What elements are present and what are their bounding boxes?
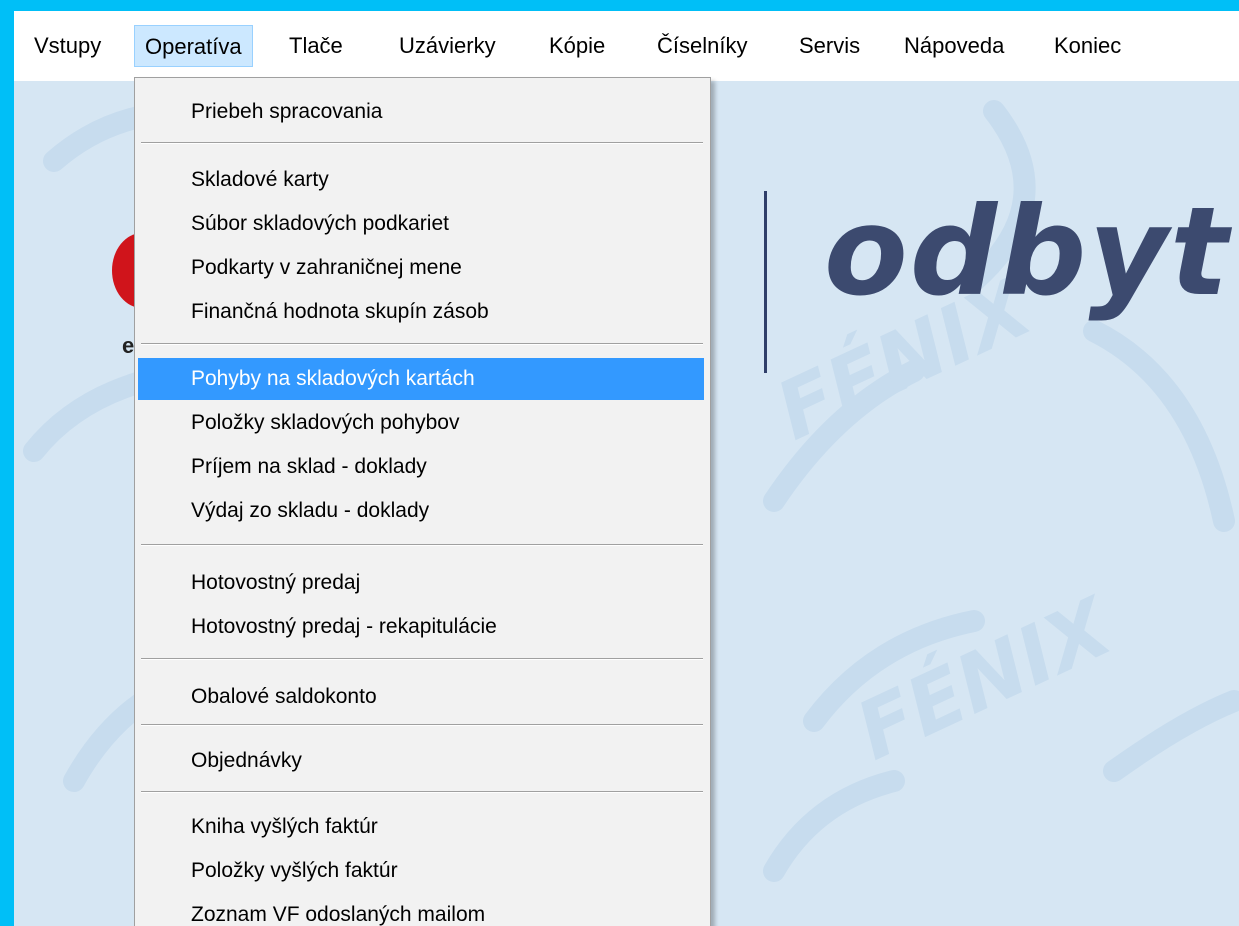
menu-koniec[interactable]: Koniec (1044, 25, 1131, 67)
menu-vstupy[interactable]: Vstupy (24, 25, 111, 67)
menu-uzavierky[interactable]: Uzávierky (389, 25, 506, 67)
operativa-dropdown-menu: Priebeh spracovania Skladové karty Súbor… (134, 77, 711, 926)
application-window: FÉNIX FÉNIX e odbyt Vstupy Operatíva Tla… (14, 11, 1239, 926)
menu-operativa[interactable]: Operatíva (134, 25, 253, 67)
menu-item-podkarty-zahranicna-mena[interactable]: Podkarty v zahraničnej mene (138, 247, 704, 289)
menu-item-polozky-vyslych-faktur[interactable]: Položky vyšlých faktúr (138, 850, 704, 892)
menu-ciselniky[interactable]: Číselníky (647, 25, 757, 67)
menu-item-polozky-skladovych-pohybov[interactable]: Položky skladových pohybov (138, 402, 704, 444)
brand-divider (764, 191, 767, 373)
menu-separator (141, 791, 703, 793)
menu-kopie[interactable]: Kópie (539, 25, 615, 67)
menu-bar: Vstupy Operatíva Tlače Uzávierky Kópie Č… (14, 11, 1239, 81)
menu-item-objednavky[interactable]: Objednávky (138, 740, 704, 782)
menu-separator (141, 658, 703, 660)
menu-separator (141, 142, 703, 144)
menu-separator (141, 544, 703, 546)
menu-item-priebeh-spracovania[interactable]: Priebeh spracovania (138, 91, 704, 133)
menu-tlace[interactable]: Tlače (279, 25, 353, 67)
menu-item-financna-hodnota[interactable]: Finančná hodnota skupín zásob (138, 291, 704, 333)
watermark-text: FÉNIX (842, 578, 1127, 778)
menu-item-kniha-vyslych-faktur[interactable]: Kniha vyšlých faktúr (138, 806, 704, 848)
menu-item-obalove-saldokonto[interactable]: Obalové saldokonto (138, 676, 704, 718)
menu-item-pohyby-na-skladovych-kartach[interactable]: Pohyby na skladových kartách (138, 358, 704, 400)
menu-item-prijem-na-sklad[interactable]: Príjem na sklad - doklady (138, 446, 704, 488)
menu-item-subor-skladovych-podkariet[interactable]: Súbor skladových podkariet (138, 203, 704, 245)
menu-separator (141, 343, 703, 345)
brand-title: odbyt (824, 181, 1231, 323)
menu-item-zoznam-vf-odoslanych-mailom[interactable]: Zoznam VF odoslaných mailom (138, 894, 704, 926)
menu-item-hotovostny-predaj[interactable]: Hotovostný predaj (138, 562, 704, 604)
menu-item-skladove-karty[interactable]: Skladové karty (138, 159, 704, 201)
menu-separator (141, 724, 703, 726)
menu-napoveda[interactable]: Nápoveda (894, 25, 1014, 67)
logo-text-fragment: e (122, 333, 135, 358)
menu-servis[interactable]: Servis (789, 25, 870, 67)
menu-item-hotovostny-predaj-rekapitulacie[interactable]: Hotovostný predaj - rekapitulácie (138, 606, 704, 648)
menu-item-vydaj-zo-skladu[interactable]: Výdaj zo skladu - doklady (138, 490, 704, 532)
